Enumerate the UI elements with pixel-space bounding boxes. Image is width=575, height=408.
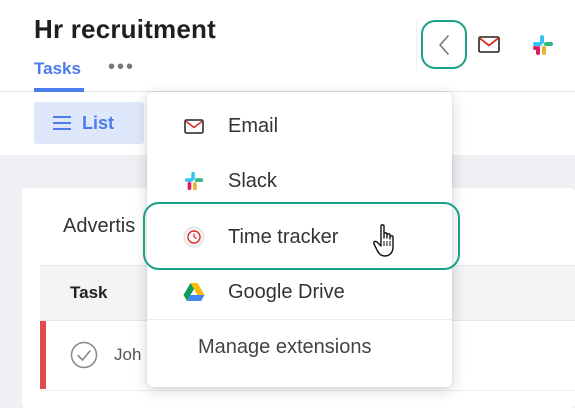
google-drive-icon [183, 281, 205, 303]
slack-icon[interactable] [532, 34, 554, 61]
collapse-extensions-button[interactable] [421, 20, 467, 69]
menu-divider [147, 319, 452, 320]
task-name: Joh [114, 345, 142, 364]
list-view-button[interactable]: List [34, 102, 144, 144]
menu-item-label: Google Drive [228, 280, 345, 303]
menu-item-google-drive[interactable]: Google Drive [147, 264, 452, 320]
column-header-task: Task [70, 283, 108, 302]
menu-item-time-tracker[interactable]: Time tracker [147, 209, 452, 265]
manage-extensions-link[interactable]: Manage extensions [198, 336, 371, 359]
section-title: Advertis [63, 215, 136, 237]
tab-tasks[interactable]: Tasks [34, 59, 81, 79]
more-options-icon[interactable]: ••• [108, 56, 135, 79]
timer-icon [183, 226, 205, 248]
chevron-left-icon [439, 34, 449, 55]
extensions-menu: Email Slack Time tracker Google Drive Ma… [147, 92, 452, 387]
slack-icon [183, 170, 205, 192]
menu-item-slack[interactable]: Slack [147, 153, 452, 209]
menu-item-label: Email [228, 114, 279, 137]
complete-task-checkbox[interactable] [70, 341, 98, 374]
tab-active-indicator [34, 88, 84, 92]
mail-icon[interactable] [478, 36, 500, 58]
menu-item-label: Time tracker [228, 225, 339, 248]
priority-flag [40, 321, 46, 389]
menu-item-email[interactable]: Email [147, 98, 452, 154]
page-title: Hr recruitment [34, 14, 216, 44]
list-icon [53, 116, 71, 130]
menu-item-label: Slack [228, 169, 277, 192]
list-view-label: List [82, 112, 115, 133]
mail-icon [183, 115, 205, 137]
hand-pointer-cursor-icon [372, 223, 402, 264]
